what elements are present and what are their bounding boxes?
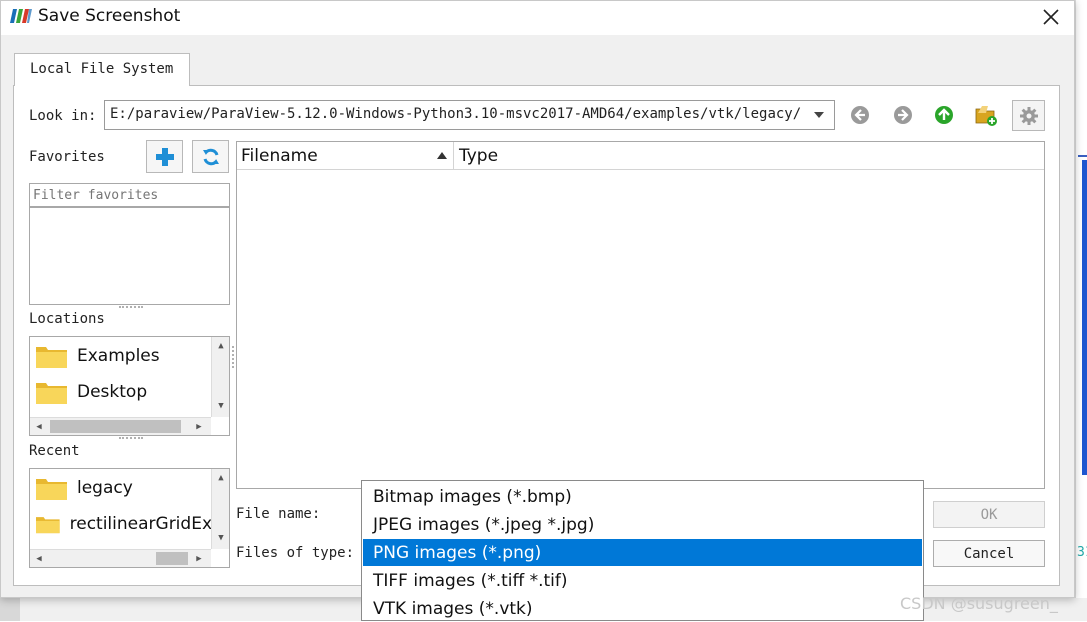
arrow-left-icon bbox=[851, 106, 869, 124]
background-line bbox=[1078, 155, 1087, 157]
filter-favorites-input[interactable] bbox=[29, 183, 230, 207]
background-dark-block bbox=[0, 598, 20, 621]
scroll-right-icon[interactable]: ▶ bbox=[190, 418, 208, 435]
background-bar bbox=[1082, 160, 1087, 475]
file-table-header: Filename Type bbox=[237, 142, 1044, 170]
scroll-down-icon[interactable]: ▼ bbox=[212, 529, 229, 547]
file-table[interactable]: Filename Type bbox=[236, 141, 1045, 489]
favorites-list[interactable] bbox=[29, 207, 230, 305]
locations-label: Locations bbox=[29, 311, 105, 327]
scroll-down-icon[interactable]: ▼ bbox=[212, 397, 229, 415]
list-item[interactable]: Examples bbox=[36, 341, 160, 371]
scroll-right-icon[interactable]: ▶ bbox=[190, 550, 208, 567]
folder-icon bbox=[36, 347, 67, 368]
forward-button[interactable] bbox=[889, 101, 917, 129]
list-item-label: Examples bbox=[77, 346, 160, 366]
files-of-type-label: Files of type: bbox=[236, 545, 355, 561]
list-item[interactable]: rectilinearGridEx bbox=[36, 509, 212, 539]
scroll-left-icon[interactable]: ◀ bbox=[30, 418, 48, 435]
file-type-option-jpeg[interactable]: JPEG images (*.jpeg *.jpg) bbox=[363, 511, 922, 538]
folder-icon bbox=[36, 517, 60, 534]
vertical-scrollbar[interactable]: ▲ ▼ bbox=[211, 337, 229, 417]
column-header-filename[interactable]: Filename bbox=[237, 142, 454, 170]
scroll-up-icon[interactable]: ▲ bbox=[212, 469, 229, 487]
plus-icon bbox=[155, 147, 174, 166]
arrow-up-icon bbox=[935, 106, 953, 124]
horizontal-scrollbar[interactable]: ◀ ▶ bbox=[30, 549, 211, 567]
look-in-label: Look in: bbox=[29, 108, 97, 124]
parent-directory-button[interactable] bbox=[930, 101, 958, 129]
files-of-type-dropdown[interactable]: Bitmap images (*.bmp) JPEG images (*.jpe… bbox=[361, 480, 924, 621]
file-type-option-png[interactable]: PNG images (*.png) bbox=[363, 539, 922, 566]
new-folder-icon bbox=[975, 106, 997, 126]
settings-button[interactable] bbox=[1012, 100, 1045, 131]
list-item[interactable]: legacy bbox=[36, 473, 133, 503]
recent-list[interactable]: legacy rectilinearGridEx ▲ ▼ ◀ ▶ bbox=[29, 468, 230, 568]
tab-local-file-system[interactable]: Local File System bbox=[14, 53, 190, 86]
refresh-favorites-button[interactable] bbox=[192, 140, 229, 173]
scroll-thumb[interactable] bbox=[156, 552, 188, 565]
close-button[interactable] bbox=[1031, 1, 1071, 33]
column-header-type[interactable]: Type bbox=[455, 142, 1044, 170]
close-icon bbox=[1043, 9, 1059, 25]
title-bar: Save Screenshot bbox=[1, 1, 1074, 35]
look-in-combo[interactable]: E:/paraview/ParaView-5.12.0-Windows-Pyth… bbox=[104, 100, 835, 130]
column-header-label: Filename bbox=[241, 146, 318, 166]
watermark: CSDN @susugreen_ bbox=[900, 594, 1058, 613]
splitter-handle[interactable] bbox=[119, 306, 143, 310]
list-item-label: legacy bbox=[77, 478, 133, 498]
window-title: Save Screenshot bbox=[38, 6, 181, 26]
locations-list[interactable]: Examples Desktop ▲ ▼ ◀ ▶ bbox=[29, 336, 230, 436]
new-folder-button[interactable] bbox=[972, 101, 1000, 129]
file-type-option-tiff[interactable]: TIFF images (*.tiff *.tif) bbox=[363, 567, 922, 594]
file-type-option-vtk[interactable]: VTK images (*.vtk) bbox=[363, 595, 922, 622]
favorites-label: Favorites bbox=[29, 149, 105, 165]
folder-icon bbox=[36, 383, 67, 404]
vertical-scrollbar[interactable]: ▲ ▼ bbox=[211, 469, 229, 549]
splitter-handle[interactable] bbox=[119, 437, 143, 441]
horizontal-scrollbar[interactable]: ◀ ▶ bbox=[30, 417, 211, 435]
list-item-label: rectilinearGridEx bbox=[69, 514, 212, 534]
look-in-path: E:/paraview/ParaView-5.12.0-Windows-Pyth… bbox=[110, 106, 802, 122]
column-header-label: Type bbox=[459, 146, 499, 166]
list-item[interactable]: Desktop bbox=[36, 377, 147, 407]
back-button[interactable] bbox=[846, 101, 874, 129]
paraview-logo-icon bbox=[10, 9, 32, 23]
gear-icon bbox=[1019, 106, 1038, 125]
add-favorite-button[interactable] bbox=[146, 140, 183, 173]
background-app-edge: 31 bbox=[1075, 0, 1087, 621]
chevron-down-icon[interactable] bbox=[804, 101, 834, 129]
arrow-right-icon bbox=[894, 106, 912, 124]
file-name-label: File name: bbox=[236, 506, 321, 522]
list-item-label: Desktop bbox=[77, 382, 148, 402]
background-text: 31 bbox=[1077, 545, 1087, 560]
refresh-icon bbox=[202, 148, 219, 165]
sort-ascending-icon bbox=[437, 152, 447, 159]
scroll-left-icon[interactable]: ◀ bbox=[30, 550, 48, 567]
scroll-up-icon[interactable]: ▲ bbox=[212, 337, 229, 355]
folder-icon bbox=[36, 479, 67, 500]
ok-button[interactable]: OK bbox=[933, 501, 1045, 528]
cancel-button[interactable]: Cancel bbox=[933, 540, 1045, 567]
scroll-thumb[interactable] bbox=[50, 420, 181, 433]
recent-label: Recent bbox=[29, 443, 80, 459]
file-type-option-bmp[interactable]: Bitmap images (*.bmp) bbox=[363, 483, 922, 510]
